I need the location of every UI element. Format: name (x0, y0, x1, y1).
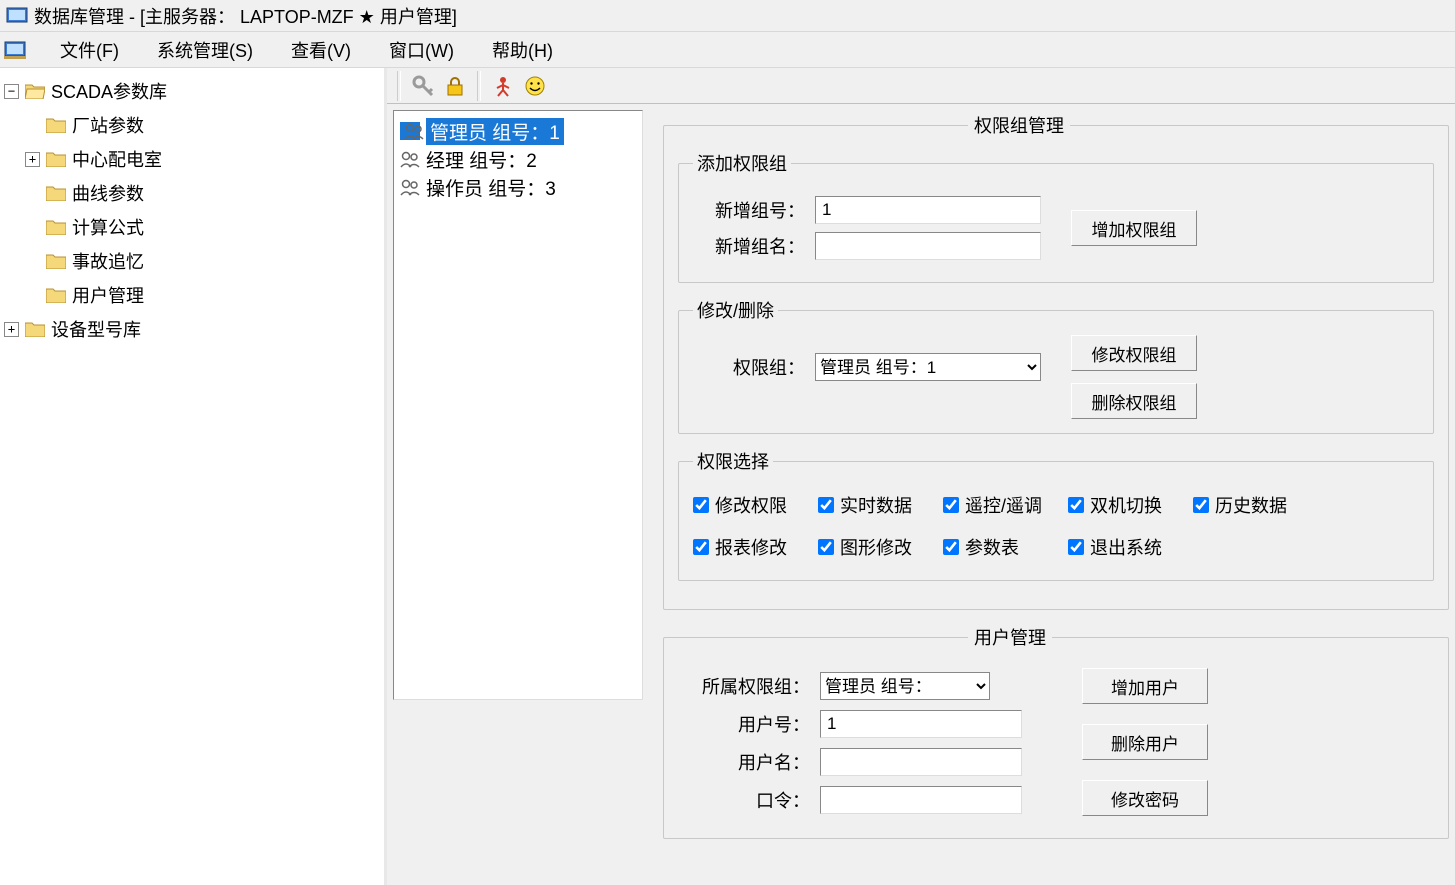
list-item[interactable]: 操作员 组号：3 (398, 173, 638, 201)
tree-node-curve[interactable]: 曲线参数 (4, 176, 380, 210)
group-list[interactable]: 管理员 组号：1 经理 组号：2 操作员 组号：3 (393, 110, 643, 700)
perm-select-title: 权限选择 (693, 448, 773, 474)
menu-view[interactable]: 查看(V) (283, 33, 359, 67)
add-group-fieldset: 添加权限组 新增组号： 新增组名： (678, 150, 1434, 283)
user-name-label: 用户名： (678, 749, 810, 775)
edit-group-fieldset: 修改/删除 权限组： 管理员 组号：1 (678, 297, 1434, 434)
folder-icon (46, 253, 66, 269)
perm-check-graphic[interactable]: 图形修改 (818, 534, 943, 560)
users-icon (400, 150, 420, 168)
users-icon (400, 122, 420, 140)
add-user-button[interactable]: 增加用户 (1082, 668, 1208, 704)
user-id-label: 用户号： (678, 711, 810, 737)
menu-window[interactable]: 窗口(W) (381, 33, 462, 67)
list-item-label: 经理 组号：2 (426, 146, 537, 173)
tree-toggle-minus-icon[interactable]: − (4, 84, 19, 99)
toolbar-sep (477, 71, 481, 101)
menu-app-icon (4, 40, 26, 60)
tree-toggle-plus-icon[interactable]: + (4, 322, 19, 337)
folder-icon (46, 151, 66, 167)
tree-label: 厂站参数 (72, 112, 144, 138)
tree-panel: − SCADA参数库 厂站参数 + 中心配电室 曲线参数 (0, 68, 387, 885)
user-name-input[interactable] (820, 748, 1022, 776)
toolbar-sep (397, 71, 401, 101)
app-icon (6, 7, 28, 25)
user-group-select[interactable]: 管理员 组号： (820, 672, 990, 700)
perm-check-realtime[interactable]: 实时数据 (818, 492, 943, 518)
edit-group-title: 修改/删除 (693, 297, 778, 323)
delete-group-button[interactable]: 删除权限组 (1071, 383, 1197, 419)
tree-label: 计算公式 (72, 214, 144, 240)
perm-check-param[interactable]: 参数表 (943, 534, 1068, 560)
user-id-input[interactable] (820, 710, 1022, 738)
tree-label: 设备型号库 (51, 316, 141, 342)
toolbar (387, 68, 1455, 104)
new-group-name-label: 新增组名： (693, 233, 805, 259)
key-icon[interactable] (409, 72, 437, 100)
person-icon[interactable] (489, 72, 517, 100)
folder-icon (46, 219, 66, 235)
folder-open-icon (25, 83, 45, 99)
user-group-label: 所属权限组： (678, 673, 810, 699)
group-mgmt-fieldset: 权限组管理 添加权限组 新增组号： 新增组名： (663, 112, 1449, 610)
delete-user-button[interactable]: 删除用户 (1082, 724, 1208, 760)
perm-check-dual[interactable]: 双机切换 (1068, 492, 1193, 518)
tree-label: SCADA参数库 (51, 78, 167, 104)
add-group-title: 添加权限组 (693, 150, 791, 176)
modify-group-button[interactable]: 修改权限组 (1071, 335, 1197, 371)
new-group-id-input[interactable] (815, 196, 1041, 224)
perm-select-fieldset: 权限选择 修改权限 实时数据 遥控/遥调 双机切换 历史数据 报表修改 图形修改… (678, 448, 1434, 581)
new-group-id-label: 新增组号： (693, 197, 805, 223)
tree-node-power-room[interactable]: + 中心配电室 (4, 142, 380, 176)
perm-check-remote[interactable]: 遥控/遥调 (943, 492, 1068, 518)
lock-icon[interactable] (441, 72, 469, 100)
group-select-label: 权限组： (693, 354, 805, 380)
group-mgmt-title: 权限组管理 (968, 112, 1070, 138)
tree-node-accident[interactable]: 事故追忆 (4, 244, 380, 278)
smiley-icon[interactable] (521, 72, 549, 100)
new-group-name-input[interactable] (815, 232, 1041, 260)
menu-system[interactable]: 系统管理(S) (149, 33, 261, 67)
tree-label: 事故追忆 (72, 248, 144, 274)
menu-bar: 文件(F) 系统管理(S) 查看(V) 窗口(W) 帮助(H) (0, 32, 1455, 68)
tree-node-scada[interactable]: − SCADA参数库 (4, 74, 380, 108)
add-group-button[interactable]: 增加权限组 (1071, 210, 1197, 246)
password-label: 口令： (678, 787, 810, 813)
list-item[interactable]: 经理 组号：2 (398, 145, 638, 173)
group-select[interactable]: 管理员 组号：1 (815, 353, 1041, 381)
password-input[interactable] (820, 786, 1022, 814)
tree-node-formula[interactable]: 计算公式 (4, 210, 380, 244)
title-bar: 数据库管理 - [主服务器： LAPTOP-MZF ★ 用户管理] (0, 0, 1455, 32)
folder-icon (46, 117, 66, 133)
users-icon (400, 178, 420, 196)
modify-password-button[interactable]: 修改密码 (1082, 780, 1208, 816)
list-item-label: 操作员 组号：3 (426, 174, 556, 201)
perm-check-exit[interactable]: 退出系统 (1068, 534, 1193, 560)
list-item-label: 管理员 组号：1 (426, 118, 564, 145)
tree-label: 曲线参数 (72, 180, 144, 206)
tree-node-station[interactable]: 厂站参数 (4, 108, 380, 142)
tree-node-user-mgmt[interactable]: 用户管理 (4, 278, 380, 312)
menu-help[interactable]: 帮助(H) (484, 33, 561, 67)
folder-icon (25, 321, 45, 337)
window-title: 数据库管理 - [主服务器： LAPTOP-MZF ★ 用户管理] (34, 3, 457, 29)
user-mgmt-title: 用户管理 (968, 624, 1052, 650)
tree-node-device-lib[interactable]: + 设备型号库 (4, 312, 380, 346)
tree-toggle-plus-icon[interactable]: + (25, 152, 40, 167)
menu-file[interactable]: 文件(F) (52, 33, 127, 67)
tree-label: 用户管理 (72, 282, 144, 308)
tree-label: 中心配电室 (72, 146, 162, 172)
user-mgmt-fieldset: 用户管理 所属权限组： 管理员 组号： 用户号： (663, 624, 1449, 839)
folder-icon (46, 185, 66, 201)
perm-check-history[interactable]: 历史数据 (1193, 492, 1318, 518)
list-item[interactable]: 管理员 组号：1 (398, 117, 638, 145)
folder-icon (46, 287, 66, 303)
perm-check-report[interactable]: 报表修改 (693, 534, 818, 560)
perm-check-modify[interactable]: 修改权限 (693, 492, 818, 518)
